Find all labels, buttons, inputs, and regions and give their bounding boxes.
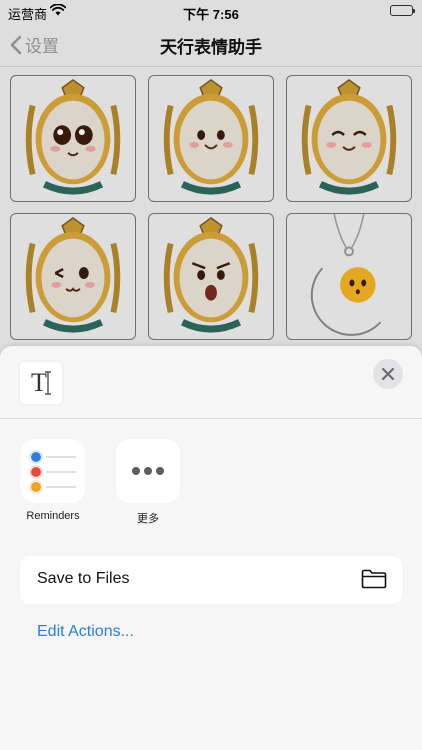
app-label: 更多	[137, 513, 159, 525]
close-button[interactable]	[373, 359, 403, 389]
folder-icon	[361, 569, 387, 589]
shared-file-preview: T	[20, 362, 62, 404]
share-sheet: T Reminders 更多 Save to Files Edit Action…	[0, 346, 422, 750]
i-beam-icon	[44, 371, 51, 395]
header-divider	[0, 418, 422, 419]
app-label: Reminders	[26, 510, 80, 522]
reminders-icon	[21, 439, 85, 503]
edit-actions-link[interactable]: Edit Actions...	[37, 623, 134, 641]
save-to-files-action[interactable]: Save to Files	[20, 556, 402, 604]
app-tile-more[interactable]: 更多	[103, 439, 193, 526]
action-label: Save to Files	[37, 570, 130, 587]
close-icon	[382, 368, 394, 380]
app-tile-reminders[interactable]: Reminders	[8, 439, 98, 522]
more-icon	[116, 439, 180, 503]
